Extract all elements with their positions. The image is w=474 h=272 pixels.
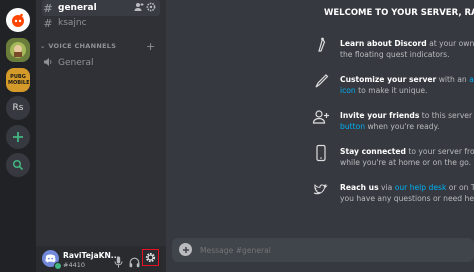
user-settings-button[interactable] [142, 249, 159, 266]
server-list: PUBG MOBILE Rs [0, 0, 36, 272]
hash-icon: # [43, 16, 53, 30]
welcome-item-reach-rest: via [378, 183, 395, 192]
welcome-item-connected-rest: to your server from [408, 147, 474, 156]
voice-channel-general-label: General [58, 58, 94, 68]
welcome-title: WELCOME TO YOUR SERVER, RAVI [324, 8, 474, 18]
compass-icon [312, 36, 330, 54]
plus-icon [13, 132, 23, 142]
main-content: WELCOME TO YOUR SERVER, RAVI Learn about… [166, 0, 474, 272]
channel-general-label: general [58, 3, 97, 13]
add-member-icon[interactable] [134, 2, 144, 15]
icon-link[interactable]: icon [340, 86, 356, 95]
explore-servers-button[interactable] [6, 153, 30, 177]
welcome-item-customize: Customize your server with an aweso icon… [340, 74, 474, 96]
invite-button-link[interactable]: button [340, 122, 365, 131]
twitter-bird-icon [312, 180, 330, 198]
microphone-icon[interactable] [114, 253, 123, 272]
welcome-item-invite-line2: when you're ready. [365, 122, 440, 131]
channel-ksajnc-label: ksajnc [58, 18, 87, 28]
welcome-item-connected-bold: Stay connected [340, 147, 406, 156]
plus-icon [182, 246, 189, 253]
user-discriminator: #4410 [63, 261, 85, 269]
pubg-logo-text: PUBG MOBILE [8, 74, 30, 86]
welcome-item-reach-bold: Reach us [340, 183, 379, 192]
server-rs[interactable]: Rs [6, 96, 30, 120]
welcome-item-learn-rest: at your own pa [429, 39, 474, 48]
welcome-item-learn-bold: Learn about Discord [340, 39, 427, 48]
mobile-phone-icon [312, 144, 330, 162]
speaker-icon [42, 57, 54, 70]
channel-general[interactable]: # general [42, 0, 160, 16]
channel-ksajnc[interactable]: # ksajnc [42, 15, 160, 31]
username: RaviTejaKN... [63, 251, 120, 260]
search-icon [12, 159, 24, 171]
message-composer[interactable] [172, 238, 474, 262]
voice-category-label: VOICE CHANNELS [48, 42, 117, 50]
discord-logo-icon [45, 254, 56, 263]
welcome-item-invite-rest: to this server by cli [421, 111, 474, 120]
welcome-item-connected: Stay connected to your server from yo wh… [340, 146, 474, 168]
welcome-item-customize-bold: Customize your server [340, 75, 437, 84]
welcome-item-learn-line2: the floating quest indicators. [340, 50, 450, 59]
user-panel: RaviTejaKN... #4410 [36, 246, 166, 272]
welcome-item-customize-rest: with an [436, 75, 470, 84]
add-voice-channel-icon[interactable]: + [146, 40, 155, 53]
help-desk-link[interactable]: our help desk [395, 183, 447, 192]
attach-button[interactable] [179, 243, 192, 256]
channel-sidebar: # general # ksajnc ⌄ VOICE CHANNELS + Ge… [36, 0, 166, 272]
headphones-icon[interactable] [129, 253, 140, 272]
welcome-item-learn: Learn about Discord at your own pa the f… [340, 38, 474, 60]
gear-icon [145, 252, 156, 263]
welcome-item-invite: Invite your friends to this server by cl… [340, 110, 474, 132]
pubg-server-icon[interactable]: PUBG MOBILE [6, 68, 30, 92]
add-server-button[interactable] [6, 125, 30, 149]
welcome-item-reach-line2: you have any questions or need help. [340, 194, 474, 203]
welcome-item-connected-line2: while you're at home or on the go. [340, 158, 472, 167]
server-rs-label: Rs [12, 103, 24, 113]
add-friend-icon [312, 108, 330, 126]
welcome-item-reach-rest2: or on Twitt [448, 183, 474, 192]
channel-settings-icon[interactable] [146, 2, 156, 15]
welcome-item-invite-bold: Invite your friends [340, 111, 420, 120]
message-input[interactable] [200, 241, 460, 259]
welcome-item-reach: Reach us via our help desk or on Twitt y… [340, 182, 474, 204]
game-server-icon[interactable] [6, 38, 30, 62]
paintbrush-icon [312, 72, 330, 90]
online-status-indicator [54, 262, 62, 270]
voice-channels-category[interactable]: ⌄ VOICE CHANNELS [40, 42, 116, 50]
awesome-icon-link[interactable]: aweso [469, 75, 474, 84]
welcome-item-customize-line2: to make it unique. [355, 86, 428, 95]
voice-channel-general[interactable]: General [42, 55, 160, 71]
hash-icon: # [43, 1, 53, 15]
reddit-server-icon[interactable] [6, 8, 30, 32]
